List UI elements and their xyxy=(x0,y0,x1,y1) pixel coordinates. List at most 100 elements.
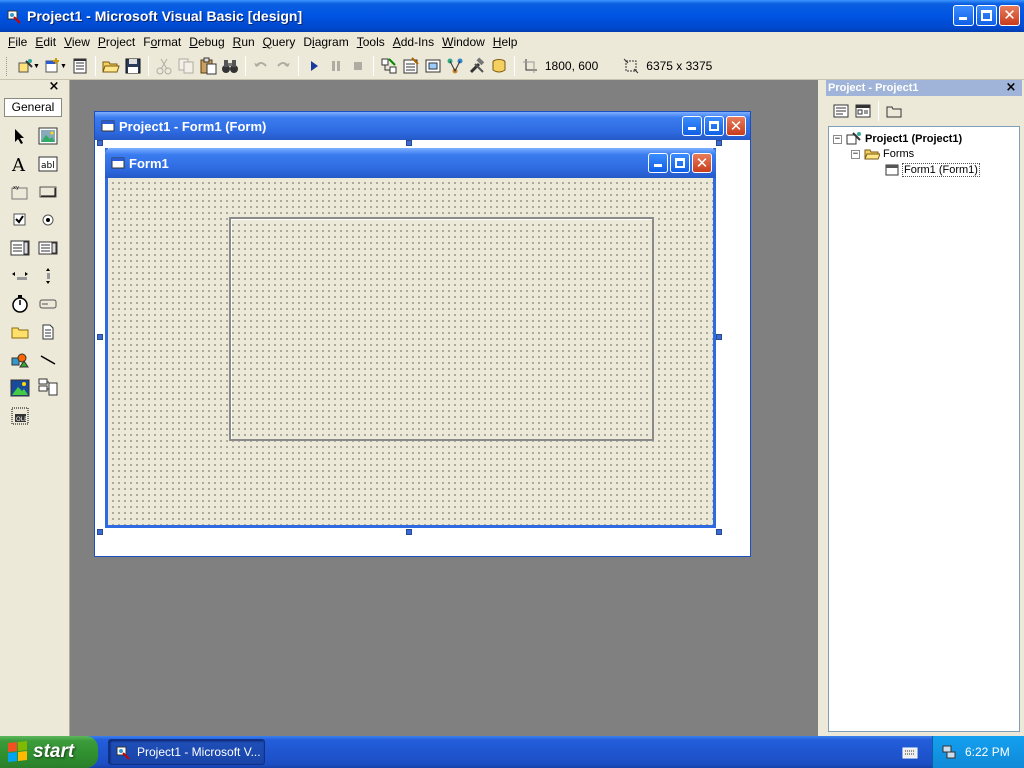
taskbar-item-vb[interactable]: Project1 - Microsoft V... xyxy=(108,739,265,765)
cut-button[interactable] xyxy=(153,55,175,77)
combobox-tool[interactable] xyxy=(6,234,34,262)
vscrollbar-tool[interactable] xyxy=(34,262,62,290)
toolbox-tab-general[interactable]: General xyxy=(4,98,62,117)
menu-help[interactable]: Help xyxy=(489,33,522,52)
view-code-icon xyxy=(833,104,849,118)
redo-button[interactable] xyxy=(272,55,294,77)
end-button[interactable] xyxy=(347,55,369,77)
toolbox-button[interactable] xyxy=(466,55,488,77)
designer-maximize-button[interactable] xyxy=(704,116,724,136)
frame-tool[interactable]: xy xyxy=(6,178,34,206)
form-design-grid[interactable] xyxy=(108,178,713,525)
object-browser-button[interactable] xyxy=(444,55,466,77)
designer-minimize-button[interactable] xyxy=(682,116,702,136)
close-button[interactable]: ✕ xyxy=(999,5,1020,26)
clock[interactable]: 6:22 PM xyxy=(965,745,1010,759)
picturebox-tool[interactable] xyxy=(34,122,62,150)
maximize-icon xyxy=(709,121,719,131)
form-layout-button[interactable] xyxy=(422,55,444,77)
toolbox-close-icon[interactable]: × xyxy=(47,80,61,94)
form-window-icon xyxy=(101,120,115,132)
paste-button[interactable] xyxy=(197,55,219,77)
menu-project[interactable]: Project xyxy=(94,33,139,52)
undo-button[interactable] xyxy=(250,55,272,77)
listbox-tool[interactable] xyxy=(34,234,62,262)
tree-node-project[interactable]: − Project1 (Project1) xyxy=(833,131,962,147)
command-button-icon xyxy=(39,186,57,198)
form1-close-button[interactable]: ✕ xyxy=(692,153,712,173)
start-menu-button[interactable]: start xyxy=(0,736,98,768)
data-view-button[interactable] xyxy=(488,55,510,77)
maximize-button[interactable] xyxy=(976,5,997,26)
form1-maximize-button[interactable] xyxy=(670,153,690,173)
minimize-button[interactable] xyxy=(953,5,974,26)
resize-handle-bottom[interactable] xyxy=(406,529,412,535)
menu-run[interactable]: Run xyxy=(229,33,259,52)
break-button[interactable] xyxy=(325,55,347,77)
menu-editor-button[interactable] xyxy=(69,55,91,77)
resize-handle-right[interactable] xyxy=(716,334,722,340)
listbox-icon xyxy=(38,241,58,255)
checkbox-tool[interactable] xyxy=(6,206,34,234)
label-tool[interactable]: A xyxy=(6,150,34,178)
open-project-button[interactable] xyxy=(100,55,122,77)
tree-node-forms-folder[interactable]: − Forms xyxy=(851,147,914,161)
menu-bar: File Edit View Project Format Debug Run Query Di… xyxy=(0,32,1024,53)
menu-format[interactable]: Format xyxy=(139,33,185,52)
properties-window-button[interactable] xyxy=(400,55,422,77)
menu-diagram[interactable]: Diagram xyxy=(299,33,352,52)
ole-tool[interactable]: OLE xyxy=(6,402,34,430)
copy-button[interactable] xyxy=(175,55,197,77)
start-button[interactable] xyxy=(303,55,325,77)
toggle-folders-button[interactable] xyxy=(883,100,905,122)
view-code-button[interactable] xyxy=(830,100,852,122)
menu-edit[interactable]: Edit xyxy=(31,33,60,52)
collapse-icon[interactable]: − xyxy=(833,134,842,144)
add-project-button[interactable] xyxy=(15,55,37,77)
vb-app-icon[interactable] xyxy=(6,8,22,24)
menu-window[interactable]: Window xyxy=(438,33,489,52)
textbox-tool[interactable]: abl xyxy=(34,150,62,178)
view-object-button[interactable] xyxy=(852,100,874,122)
data-tool[interactable] xyxy=(34,374,62,402)
form1-title-bar[interactable]: Form1 ✕ xyxy=(105,148,716,178)
project-explorer-title: Project - Project1 xyxy=(828,82,919,94)
project-explorer-close-icon[interactable]: × xyxy=(1004,81,1018,95)
line-tool[interactable] xyxy=(34,346,62,374)
timer-tool[interactable] xyxy=(6,290,34,318)
pointer-tool[interactable] xyxy=(6,122,34,150)
menu-file[interactable]: File xyxy=(4,33,31,52)
main-title-bar[interactable]: Project1 - Microsoft Visual Basic [desig… xyxy=(0,0,1024,32)
form1-window[interactable]: Form1 ✕ xyxy=(105,148,716,528)
menu-tools[interactable]: Tools xyxy=(353,33,389,52)
add-form-button[interactable] xyxy=(42,55,64,77)
image-tool[interactable] xyxy=(6,374,34,402)
designer-title-bar[interactable]: Project1 - Form1 (Form) ✕ xyxy=(95,112,750,140)
frame-control[interactable] xyxy=(229,217,654,441)
resize-handle-bottom-right[interactable] xyxy=(716,529,722,535)
keyboard-layout-icon[interactable] xyxy=(902,746,918,760)
toolbar-separator xyxy=(244,56,246,76)
form1-minimize-button[interactable] xyxy=(648,153,668,173)
tree-node-form1[interactable]: Form1 (Form1) xyxy=(885,163,980,177)
filelistbox-tool[interactable] xyxy=(34,318,62,346)
project-explorer-button[interactable] xyxy=(378,55,400,77)
project-explorer-title-bar[interactable]: Project - Project1 xyxy=(826,80,1022,96)
shape-tool[interactable] xyxy=(6,346,34,374)
save-project-button[interactable] xyxy=(122,55,144,77)
hscrollbar-tool[interactable] xyxy=(6,262,34,290)
drivelistbox-tool[interactable] xyxy=(34,290,62,318)
optionbutton-tool[interactable] xyxy=(34,206,62,234)
menu-query[interactable]: Query xyxy=(259,33,300,52)
find-button[interactable] xyxy=(219,55,241,77)
menu-view[interactable]: View xyxy=(60,33,94,52)
toolbar-grip[interactable] xyxy=(6,56,9,76)
dirlistbox-tool[interactable] xyxy=(6,318,34,346)
commandbutton-tool[interactable] xyxy=(34,178,62,206)
svg-text:A: A xyxy=(11,155,26,174)
designer-close-button[interactable]: ✕ xyxy=(726,116,746,136)
collapse-icon[interactable]: − xyxy=(851,149,860,159)
menu-add-ins[interactable]: Add-Ins xyxy=(389,33,438,52)
drive-icon xyxy=(39,299,57,309)
menu-debug[interactable]: Debug xyxy=(185,33,228,52)
